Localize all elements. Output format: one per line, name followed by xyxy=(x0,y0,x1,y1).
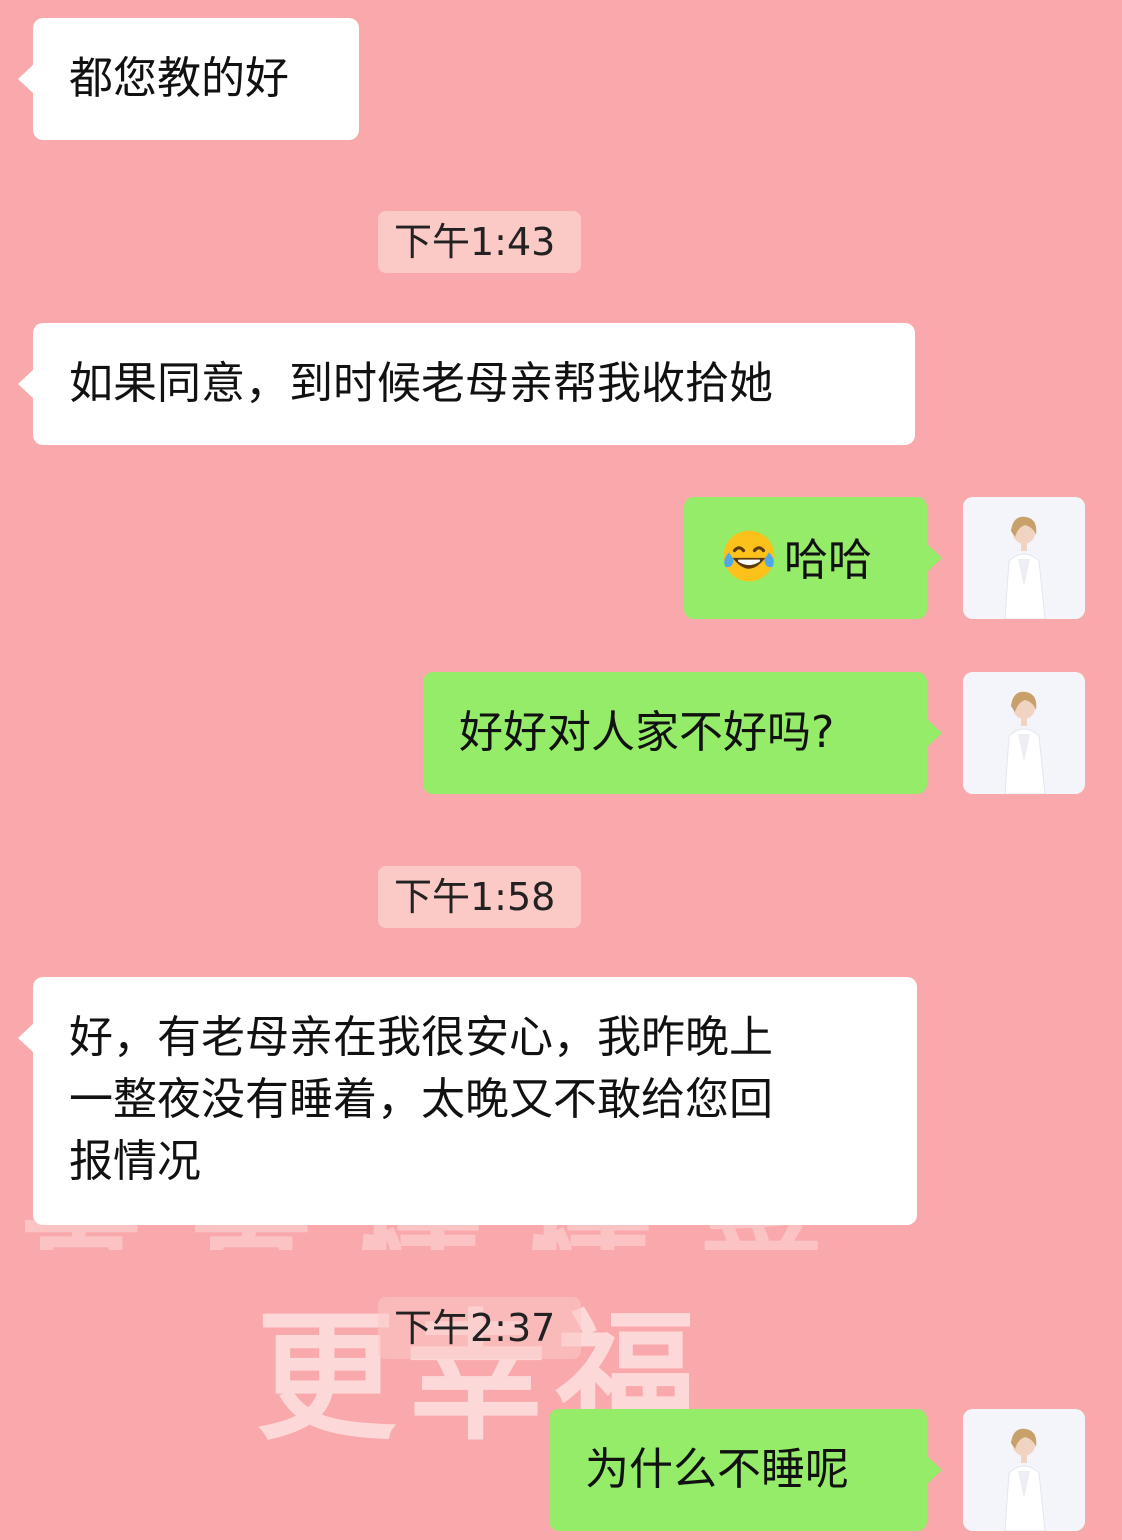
avatar-photo-icon xyxy=(963,497,1085,619)
user-avatar[interactable] xyxy=(963,672,1085,794)
message-text: 为什么不睡呢 xyxy=(585,1444,849,1495)
avatar-photo-icon xyxy=(963,672,1085,794)
outgoing-message[interactable]: 为什么不睡呢 xyxy=(549,1409,942,1531)
message-text: 好好对人家不好吗? xyxy=(459,707,835,758)
message-text-content: 哈哈 xyxy=(784,535,872,586)
message-text: 都您教的好 xyxy=(69,53,289,104)
user-avatar[interactable] xyxy=(963,497,1085,619)
outgoing-message[interactable]: 哈哈 xyxy=(684,497,942,619)
user-avatar[interactable] xyxy=(963,1409,1085,1531)
incoming-message[interactable]: 都您教的好 xyxy=(18,18,359,140)
timestamp: 下午2:37 xyxy=(378,1297,581,1359)
timestamp: 下午1:43 xyxy=(378,211,581,273)
tears-of-joy-emoji xyxy=(723,530,775,582)
message-text: 哈哈 xyxy=(720,527,891,592)
incoming-message[interactable]: 如果同意，到时候老母亲帮我收拾她 xyxy=(18,323,915,445)
outgoing-message[interactable]: 好好对人家不好吗? xyxy=(423,672,942,794)
incoming-message[interactable]: 好，有老母亲在我很安心，我昨晚上 一整夜没有睡着，太晚又不敢给您回 报情况 xyxy=(18,977,917,1225)
avatar-photo-icon xyxy=(963,1409,1085,1531)
timestamp: 下午1:58 xyxy=(378,866,581,928)
message-text: 好，有老母亲在我很安心，我昨晚上 一整夜没有睡着，太晚又不敢给您回 报情况 xyxy=(69,1012,773,1187)
message-text: 如果同意，到时候老母亲帮我收拾她 xyxy=(69,358,773,409)
